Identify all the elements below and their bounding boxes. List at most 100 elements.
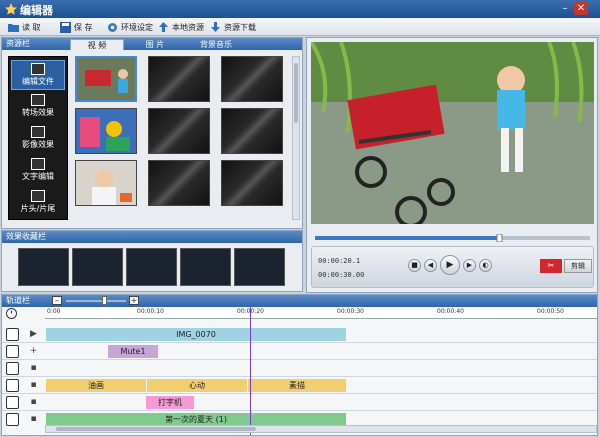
- side-item-edit-file[interactable]: 编辑文件: [11, 60, 65, 90]
- transition-track: ▪: [2, 360, 597, 377]
- media-thumbnail[interactable]: [75, 108, 137, 154]
- upload-icon: [159, 21, 168, 32]
- side-item-transitions[interactable]: 转场效果: [11, 92, 65, 122]
- effect-track-lock-icon[interactable]: ▪: [28, 380, 39, 391]
- resources-title: 资源栏: [6, 39, 30, 48]
- read-button[interactable]: 读 取: [8, 20, 41, 34]
- download-resources-button[interactable]: 资源下载: [210, 20, 256, 34]
- download-resources-label: 资源下载: [224, 22, 256, 32]
- volume-icon[interactable]: ◐: [479, 259, 492, 272]
- minimize-icon[interactable]: –: [558, 2, 572, 15]
- play-icon[interactable]: ▶: [440, 255, 460, 275]
- media-thumbnail[interactable]: [148, 108, 210, 154]
- side-item-text-edit[interactable]: 文字编辑: [11, 156, 65, 186]
- next-frame-icon[interactable]: ▶: [463, 259, 476, 272]
- current-time: 00:00:20.1: [318, 257, 361, 265]
- transition-track-lock-icon[interactable]: ▪: [28, 363, 39, 374]
- stroller-thumbnail-image: [77, 58, 135, 100]
- music-note-icon: [6, 413, 19, 426]
- text-t-icon: [6, 396, 19, 409]
- toolbar: 读 取 保 存 环境设定 本地资源 资源下载: [0, 18, 600, 36]
- side-item-label: 转场效果: [22, 108, 54, 117]
- download-icon: [211, 21, 220, 32]
- audio-clip[interactable]: Mute1: [108, 345, 158, 358]
- video-clip[interactable]: IMG_0070: [46, 328, 346, 341]
- side-item-label: 编辑文件: [22, 77, 54, 86]
- seek-bar[interactable]: [315, 234, 590, 242]
- video-track-icon: [6, 328, 19, 341]
- read-label: 读 取: [22, 22, 41, 32]
- tab-video[interactable]: 视 频: [70, 39, 124, 50]
- title-bar: 编辑器 – ✕: [0, 0, 600, 18]
- zoom-in-button[interactable]: +: [129, 296, 139, 305]
- zoom-out-button[interactable]: –: [52, 296, 62, 305]
- text-clip[interactable]: 打字机: [146, 396, 194, 409]
- effect-clip[interactable]: 素描: [248, 379, 346, 392]
- text-t-icon: [31, 158, 45, 170]
- media-thumbnail[interactable]: [148, 56, 210, 102]
- media-thumbnail[interactable]: [148, 160, 210, 206]
- media-thumbnail[interactable]: [221, 108, 283, 154]
- resources-panel: 资源栏 视 频 图 片 背景音乐 编辑文件 转场效果 影像效果 文字编辑 片头/…: [1, 37, 303, 229]
- video-track-play-icon[interactable]: ▶: [28, 329, 39, 340]
- tab-music[interactable]: 背景音乐: [186, 39, 246, 50]
- timeline-scrollbar[interactable]: [45, 425, 597, 433]
- track-header: 轨道栏 – +: [2, 295, 597, 307]
- resources-scrollbar[interactable]: [292, 56, 300, 220]
- close-icon[interactable]: ✕: [574, 2, 588, 15]
- effect-thumbnail[interactable]: [180, 248, 231, 286]
- media-thumbnail[interactable]: [221, 160, 283, 206]
- side-item-label: 文字编辑: [22, 172, 54, 181]
- gear-icon: [108, 22, 117, 32]
- effect-thumbnail[interactable]: [72, 248, 123, 286]
- env-settings-button[interactable]: 环境设定: [107, 20, 153, 34]
- effect-thumbnail[interactable]: [126, 248, 177, 286]
- audio-track-add-icon[interactable]: +: [28, 346, 39, 357]
- folder-icon: [8, 23, 19, 32]
- media-thumbnail[interactable]: [221, 56, 283, 102]
- stop-icon[interactable]: ■: [408, 259, 421, 272]
- cut-button[interactable]: 剪辑: [564, 259, 592, 273]
- tab-images[interactable]: 图 片: [128, 39, 182, 50]
- video-frame-image: [311, 42, 594, 224]
- effect-thumbnail[interactable]: [18, 248, 69, 286]
- save-button[interactable]: 保 存: [60, 20, 93, 34]
- effects-favorites-panel: 效果收藏栏: [1, 230, 303, 292]
- text-track: ▪ 打字机: [2, 394, 597, 411]
- transition-ab-icon: [6, 362, 19, 375]
- app-title: 编辑器: [20, 4, 53, 17]
- film-icon: [31, 63, 45, 75]
- music-track-lock-icon[interactable]: ▪: [28, 414, 39, 425]
- media-thumbnail[interactable]: [75, 160, 137, 206]
- side-item-intro-outro[interactable]: 片头/片尾: [11, 188, 65, 218]
- effects-header: 效果收藏栏: [2, 231, 302, 243]
- side-item-image-effects[interactable]: 影像效果: [11, 124, 65, 154]
- local-resources-label: 本地资源: [172, 22, 204, 32]
- scroll-thumb[interactable]: [56, 427, 256, 431]
- effect-clip[interactable]: 心动: [147, 379, 247, 392]
- effect-thumbnail[interactable]: [234, 248, 285, 286]
- disk-icon: [60, 21, 71, 33]
- star-logo-icon: [5, 3, 17, 15]
- effect-icon: [31, 126, 45, 138]
- local-resources-button[interactable]: 本地资源: [158, 20, 204, 34]
- text-track-lock-icon[interactable]: ▪: [28, 397, 39, 408]
- side-item-label: 影像效果: [22, 140, 54, 149]
- cut-icon[interactable]: ✂: [540, 259, 562, 273]
- video-track: ▶ IMG_0070: [2, 326, 597, 343]
- scroll-thumb[interactable]: [294, 63, 298, 123]
- speaker-icon: [6, 345, 19, 358]
- effects-title: 效果收藏栏: [6, 232, 46, 241]
- track-title: 轨道栏: [6, 296, 30, 305]
- video-preview[interactable]: [311, 42, 594, 224]
- effect-track-icon: [6, 379, 19, 392]
- clock-row: [2, 307, 597, 319]
- zoom-slider[interactable]: [66, 300, 126, 302]
- playhead[interactable]: [250, 307, 251, 435]
- playground-thumbnail-image: [76, 109, 136, 153]
- previous-frame-icon[interactable]: ◀: [424, 259, 437, 272]
- zoom-slider-handle[interactable]: [102, 296, 107, 305]
- effect-clip[interactable]: 油画: [46, 379, 146, 392]
- audio-track: + Mute1: [2, 343, 597, 360]
- media-thumbnail[interactable]: [75, 56, 137, 102]
